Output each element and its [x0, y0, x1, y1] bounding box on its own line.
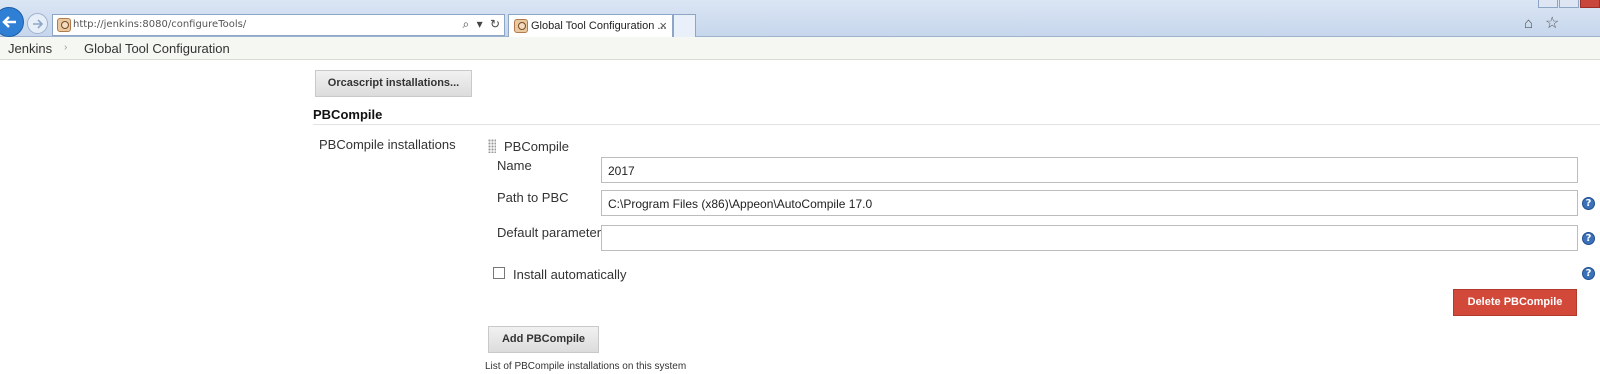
browser-tab[interactable]: Global Tool Configuration ... ×	[508, 14, 673, 37]
path-to-pbc-input[interactable]: C:\Program Files (x86)\Appeon\AutoCompil…	[601, 190, 1578, 216]
back-button[interactable]	[0, 7, 24, 37]
address-bar[interactable]: http://jenkins:8080/configureTools/ ⌕ ▾ …	[52, 14, 505, 36]
jenkins-favicon-icon	[514, 19, 528, 33]
tab-title: Global Tool Configuration ...	[531, 20, 667, 32]
breadcrumb-separator: ›	[64, 42, 68, 53]
favorites-star-icon[interactable]: ☆	[1545, 13, 1559, 33]
jenkins-favicon-icon	[57, 18, 71, 32]
help-icon[interactable]: ?	[1582, 232, 1595, 245]
default-parameters-input[interactable]	[601, 225, 1578, 251]
breadcrumb-global-tool-configuration[interactable]: Global Tool Configuration	[84, 41, 230, 56]
back-arrow-icon	[2, 16, 16, 28]
installation-item-title: PBCompile	[504, 139, 570, 154]
default-parameters-label: Default parameters	[497, 225, 608, 240]
search-icon[interactable]: ⌕	[462, 17, 469, 31]
maximize-button[interactable]	[1559, 0, 1579, 8]
name-input[interactable]: 2017	[601, 157, 1578, 183]
breadcrumb: Jenkins › Global Tool Configuration	[0, 37, 1600, 60]
dropdown-icon[interactable]: ▾	[477, 17, 483, 31]
section-title-pbcompile: PBCompile	[313, 107, 383, 122]
section-divider	[313, 124, 1600, 125]
address-bar-actions: ⌕ ▾ ↻	[458, 17, 500, 32]
path-to-pbc-label: Path to PBC	[497, 190, 569, 205]
home-icon[interactable]: ⌂	[1524, 15, 1533, 32]
minimize-button[interactable]	[1538, 0, 1558, 8]
address-url[interactable]: http://jenkins:8080/configureTools/	[73, 19, 246, 30]
breadcrumb-jenkins[interactable]: Jenkins	[8, 41, 52, 56]
pbcompile-installations-label: PBCompile installations	[319, 137, 456, 152]
add-pbcompile-button[interactable]: Add PBCompile	[488, 326, 599, 353]
forward-arrow-icon	[33, 19, 44, 29]
window-close-button[interactable]	[1580, 0, 1600, 8]
drag-handle-icon[interactable]	[488, 139, 496, 153]
install-automatically-checkbox[interactable]	[493, 267, 505, 279]
installations-description: List of PBCompile installations on this …	[485, 361, 687, 372]
close-icon[interactable]: ×	[659, 18, 667, 33]
help-icon[interactable]: ?	[1582, 197, 1595, 210]
new-tab-button[interactable]	[673, 14, 696, 37]
help-icon[interactable]: ?	[1582, 267, 1595, 280]
delete-pbcompile-button[interactable]: Delete PBCompile	[1453, 289, 1577, 316]
name-label: Name	[497, 158, 532, 173]
orcascript-installations-button[interactable]: Orcascript installations...	[315, 70, 472, 97]
install-automatically-label: Install automatically	[513, 267, 627, 282]
refresh-icon[interactable]: ↻	[490, 17, 500, 31]
browser-toolbar: http://jenkins:8080/configureTools/ ⌕ ▾ …	[0, 0, 1600, 37]
forward-button[interactable]	[27, 13, 48, 34]
